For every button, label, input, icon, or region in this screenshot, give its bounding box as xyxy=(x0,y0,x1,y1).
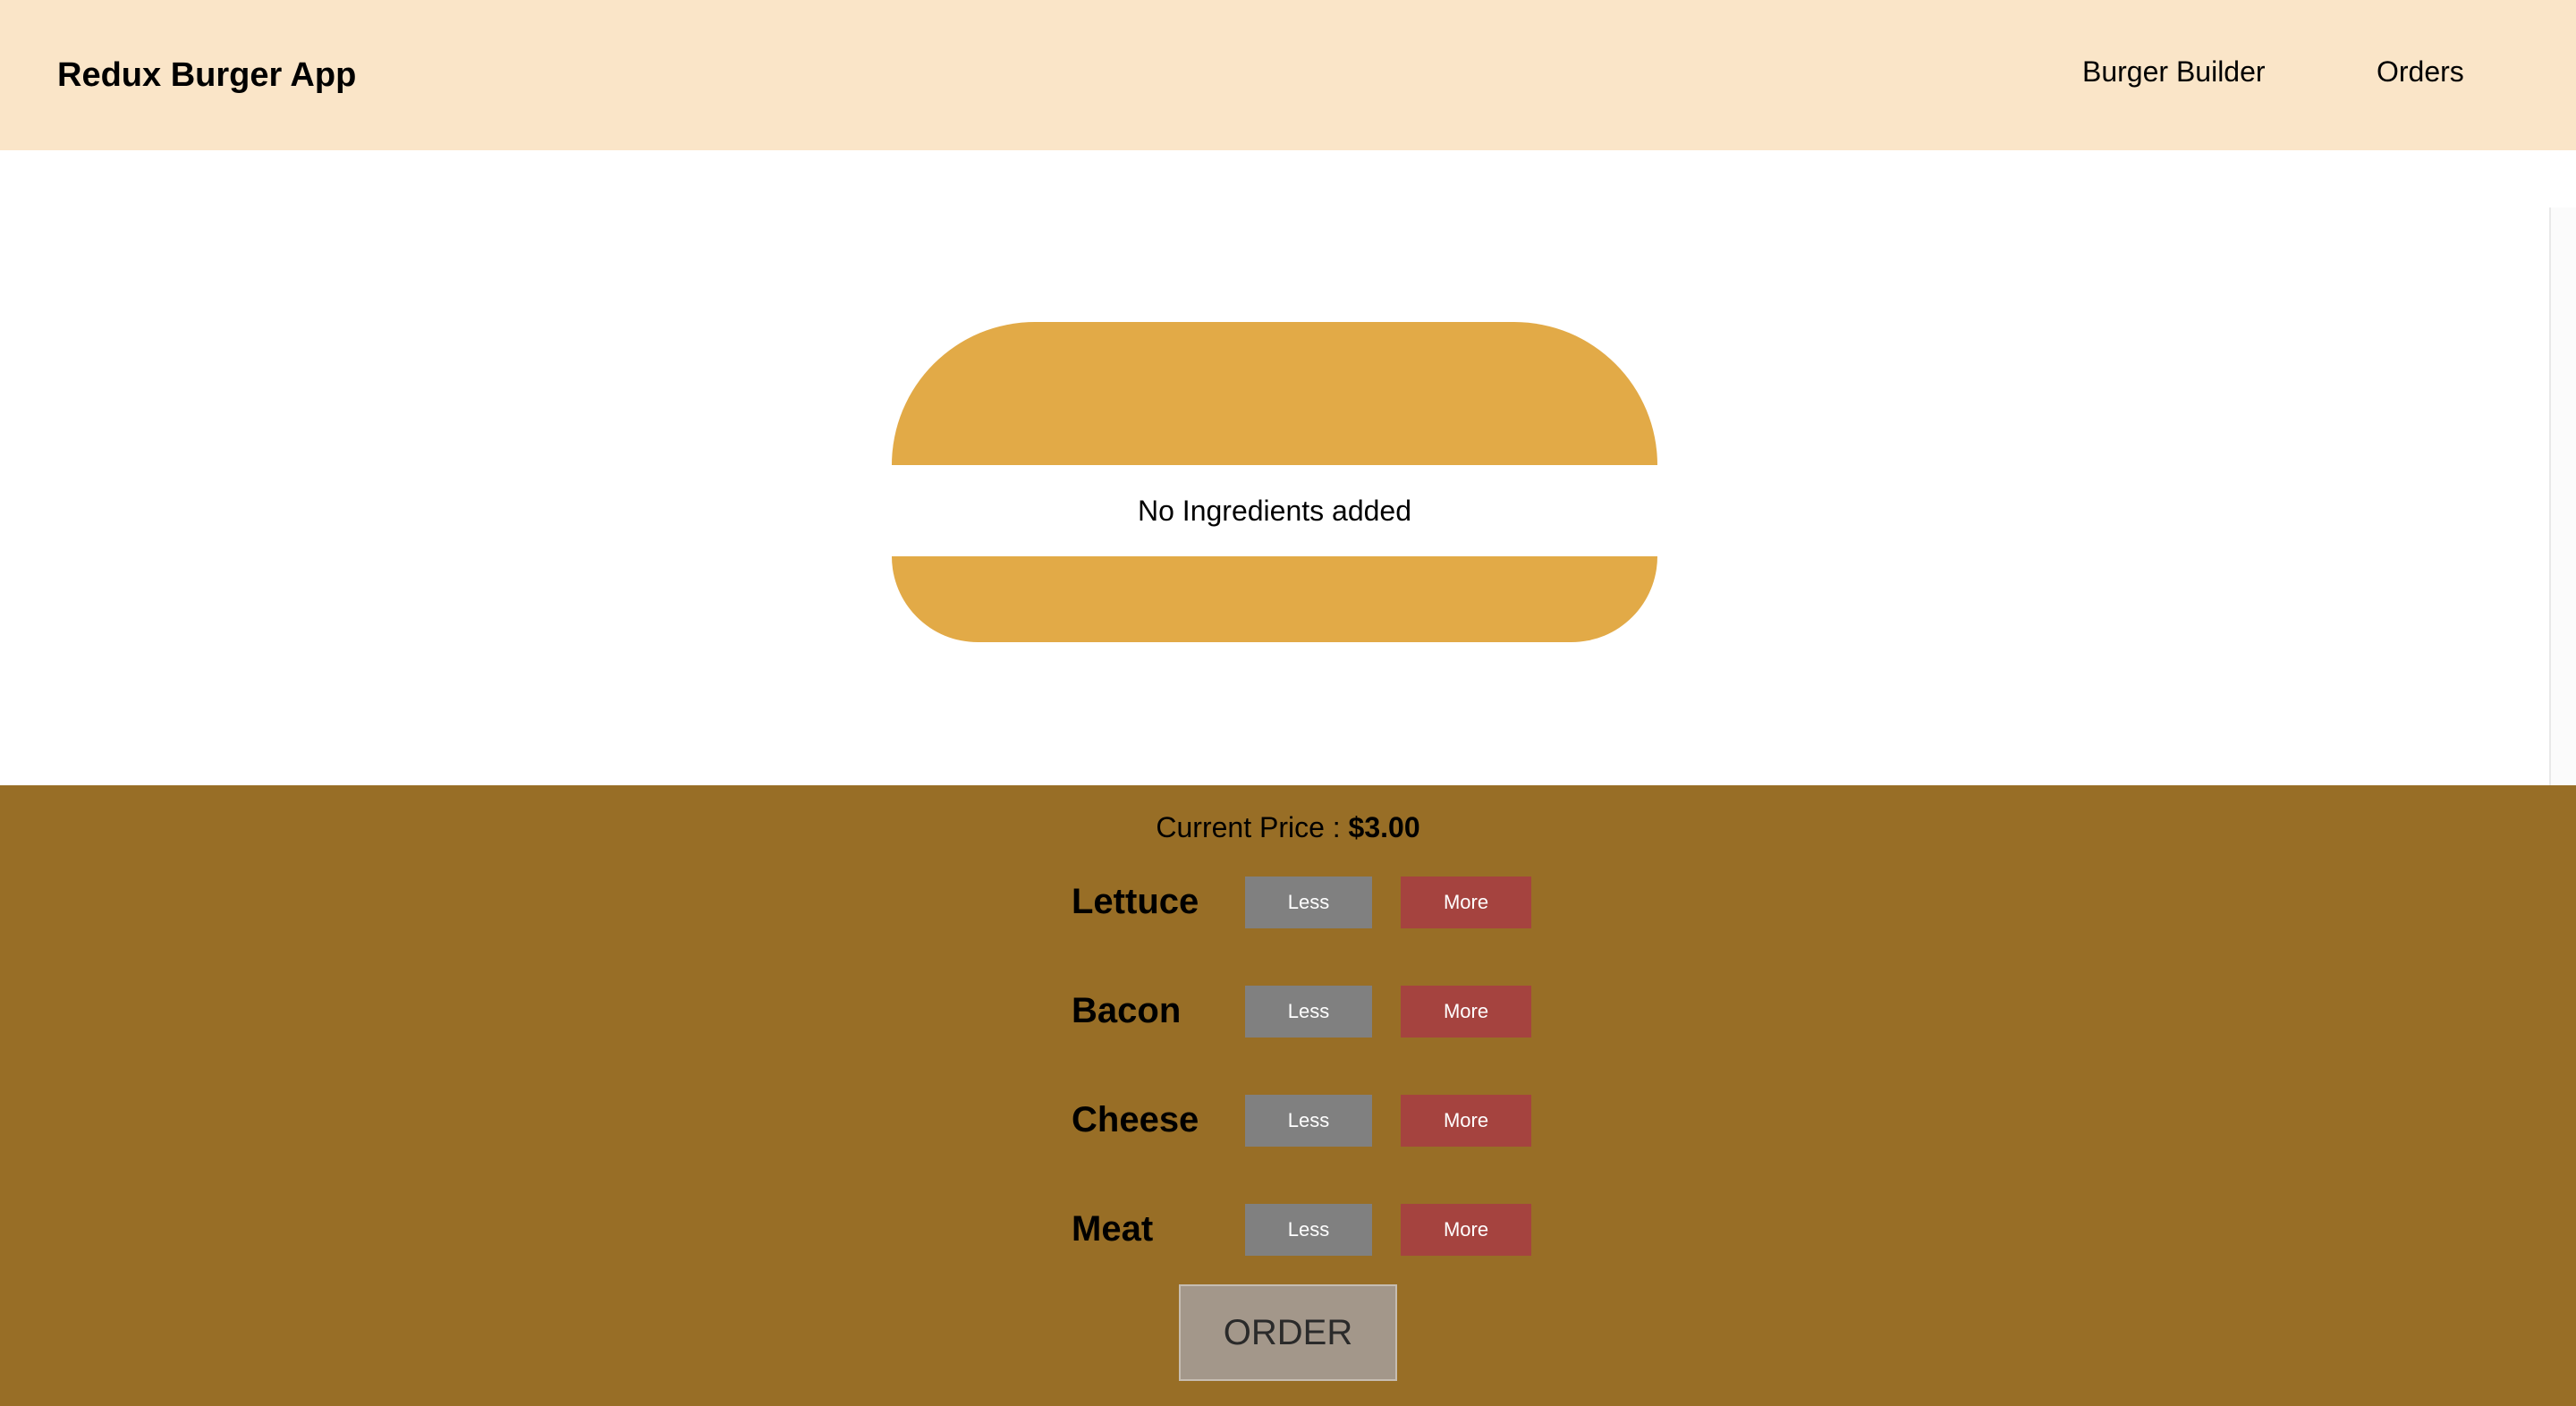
lettuce-more-button[interactable]: More xyxy=(1401,877,1531,928)
meat-more-button[interactable]: More xyxy=(1401,1204,1531,1256)
bacon-more-button[interactable]: More xyxy=(1401,986,1531,1038)
lettuce-less-button[interactable]: Less xyxy=(1245,877,1372,928)
build-controls-panel: Current Price : $3.00 Lettuce Less More … xyxy=(0,785,2576,1406)
ingredient-row-meat: Meat Less More xyxy=(1072,1202,1537,1256)
meat-less-button[interactable]: Less xyxy=(1245,1204,1372,1256)
nav-link-burger-builder[interactable]: Burger Builder xyxy=(2082,52,2266,91)
cheese-less-button[interactable]: Less xyxy=(1245,1095,1372,1147)
top-navigation-bar: Redux Burger App Burger Builder Orders xyxy=(0,0,2576,150)
ingredient-row-bacon: Bacon Less More xyxy=(1072,984,1537,1038)
nav-link-orders[interactable]: Orders xyxy=(2377,52,2464,91)
ingredient-label-lettuce: Lettuce xyxy=(1072,882,1199,921)
ingredient-label-meat: Meat xyxy=(1072,1209,1154,1249)
ingredient-label-bacon: Bacon xyxy=(1072,991,1182,1030)
no-ingredients-message: No Ingredients added xyxy=(1138,494,1411,527)
ingredient-row-lettuce: Lettuce Less More xyxy=(1072,875,1537,928)
ingredient-row-cheese: Cheese Less More xyxy=(1072,1093,1537,1147)
current-price-value: $3.00 xyxy=(1348,811,1420,843)
ingredient-label-cheese: Cheese xyxy=(1072,1100,1199,1139)
order-button[interactable]: ORDER xyxy=(1179,1284,1397,1381)
current-price: Current Price : $3.00 xyxy=(0,807,2576,848)
cheese-more-button[interactable]: More xyxy=(1401,1095,1531,1147)
app-brand-title: Redux Burger App xyxy=(57,56,357,94)
burger-bottom-bun xyxy=(892,556,1657,642)
scroll-container-edge[interactable] xyxy=(2549,208,2576,785)
current-price-label: Current Price : xyxy=(1156,811,1341,843)
burger-top-bun xyxy=(892,322,1657,465)
bacon-less-button[interactable]: Less xyxy=(1245,986,1372,1038)
